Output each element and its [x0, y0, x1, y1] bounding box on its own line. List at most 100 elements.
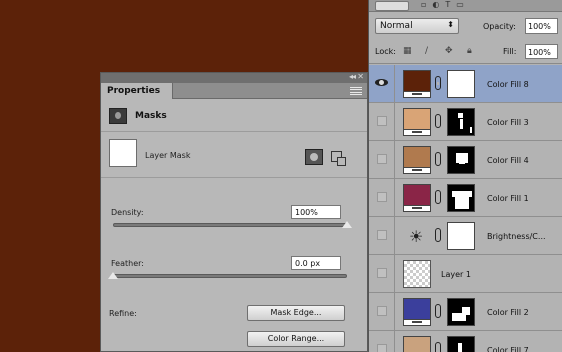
- layer-row[interactable]: Color Fill 7: [369, 331, 562, 352]
- visibility-toggle[interactable]: [369, 331, 395, 352]
- link-icon[interactable]: [435, 76, 441, 90]
- mask-shape: [455, 191, 469, 209]
- lock-label: Lock:: [375, 47, 396, 56]
- pixel-mask-icon[interactable]: [305, 149, 323, 165]
- mask-thumbnail[interactable]: [447, 222, 475, 250]
- visibility-box: [377, 306, 387, 316]
- layer-row[interactable]: Layer 1: [369, 255, 562, 293]
- fill-thumbnail: [403, 184, 431, 212]
- layer-row[interactable]: ☀ Brightness/C...: [369, 217, 562, 255]
- mask-shape: [470, 127, 472, 133]
- visibility-toggle[interactable]: [369, 217, 395, 254]
- layer-row[interactable]: Color Fill 4: [369, 141, 562, 179]
- chevron-updown-icon: ⬍: [447, 20, 454, 29]
- mask-shape: [460, 119, 463, 129]
- visibility-box: [377, 268, 387, 278]
- visibility-toggle[interactable]: [369, 103, 395, 140]
- masks-header: Masks: [109, 107, 167, 125]
- blend-mode-value: Normal: [380, 21, 413, 31]
- layer-mask-thumbnail: [109, 139, 137, 167]
- mask-thumbnail[interactable]: [447, 336, 475, 352]
- fill-swatch-icon: [404, 167, 430, 173]
- fill-thumbnail: [403, 108, 431, 136]
- fill-thumbnail: [403, 336, 431, 352]
- mask-shape: [458, 343, 462, 352]
- mask-shape: [452, 191, 456, 197]
- visibility-toggle[interactable]: [369, 179, 395, 216]
- mask-thumbnail[interactable]: [447, 184, 475, 212]
- close-icon[interactable]: ✕: [357, 72, 364, 81]
- layers-panel: ▫◐T▭ Normal ⬍ Opacity: 100% Lock: ▦ ∕ ✥ …: [368, 0, 562, 352]
- fill-thumbnail: [403, 146, 431, 174]
- opacity-label: Opacity:: [483, 22, 516, 31]
- mask-icon: [109, 108, 127, 124]
- lock-move-icon[interactable]: ✥: [445, 46, 453, 56]
- visibility-toggle[interactable]: [369, 255, 395, 292]
- link-icon[interactable]: [435, 190, 441, 204]
- density-slider-thumb[interactable]: [342, 221, 352, 228]
- link-icon[interactable]: [435, 304, 441, 318]
- feather-slider[interactable]: [113, 274, 347, 278]
- layer-thumbnail: [403, 260, 431, 288]
- mask-shape: [459, 156, 465, 164]
- tab-properties[interactable]: Properties: [101, 83, 173, 99]
- density-input[interactable]: 100%: [291, 205, 341, 219]
- divider: [101, 177, 367, 178]
- lock-transparent-icon[interactable]: ▦: [403, 46, 412, 56]
- link-icon[interactable]: [435, 152, 441, 166]
- visibility-toggle[interactable]: [369, 141, 395, 178]
- fill-label: Fill:: [503, 47, 517, 56]
- fill-thumbnail: [403, 70, 431, 98]
- density-slider[interactable]: [113, 223, 347, 227]
- visibility-box: [377, 344, 387, 352]
- mask-shape: [468, 191, 472, 197]
- layer-row[interactable]: Color Fill 2: [369, 293, 562, 331]
- panel-grip[interactable]: ◂◂ ✕: [101, 72, 367, 83]
- layer-name: Color Fill 4: [487, 156, 529, 165]
- link-icon[interactable]: [435, 228, 441, 242]
- lock-all-icon[interactable]: 🔒︎: [467, 46, 472, 56]
- link-icon[interactable]: [435, 114, 441, 128]
- eye-icon: [375, 79, 388, 86]
- opacity-input[interactable]: 100%: [525, 18, 558, 34]
- divider: [101, 131, 367, 132]
- brightness-icon: ☀: [409, 227, 424, 246]
- link-icon[interactable]: [435, 342, 441, 352]
- feather-input[interactable]: 0.0 px: [291, 256, 341, 270]
- visibility-box: [377, 154, 387, 164]
- filter-kind-select[interactable]: [375, 1, 409, 11]
- filter-icons[interactable]: ▫◐T▭: [421, 0, 470, 9]
- density-label: Density:: [111, 208, 144, 217]
- blend-mode-select[interactable]: Normal ⬍: [375, 18, 459, 34]
- mask-thumbnail[interactable]: [447, 108, 475, 136]
- vector-mask-icon[interactable]: [329, 149, 347, 166]
- layer-name: Color Fill 7: [487, 346, 529, 352]
- collapse-icon[interactable]: ◂◂: [349, 72, 356, 81]
- layer-name: Color Fill 2: [487, 308, 529, 317]
- visibility-toggle[interactable]: [369, 293, 395, 330]
- color-range-button[interactable]: Color Range...: [247, 331, 345, 347]
- feather-slider-thumb[interactable]: [108, 272, 118, 279]
- layer-name: Layer 1: [441, 270, 471, 279]
- mask-thumbnail[interactable]: [447, 146, 475, 174]
- visibility-box: [377, 230, 387, 240]
- mask-shape: [458, 113, 463, 118]
- mask-thumbnail[interactable]: [447, 70, 475, 98]
- lock-row: Lock: ▦ ∕ ✥ 🔒︎ Fill: 100%: [369, 38, 562, 64]
- layer-filter-bar: ▫◐T▭: [369, 0, 562, 12]
- lock-paint-icon[interactable]: ∕: [425, 46, 428, 56]
- visibility-box: [377, 116, 387, 126]
- mask-thumbnail[interactable]: [447, 298, 475, 326]
- mask-edge-button[interactable]: Mask Edge...: [247, 305, 345, 321]
- layer-row[interactable]: Color Fill 8: [369, 65, 562, 103]
- layer-row[interactable]: Color Fill 1: [369, 179, 562, 217]
- fill-swatch-icon: [404, 91, 430, 97]
- visibility-toggle[interactable]: [369, 65, 395, 102]
- fill-input[interactable]: 100%: [525, 44, 558, 59]
- feather-label: Feather:: [111, 259, 144, 268]
- layer-name: Color Fill 1: [487, 194, 529, 203]
- panel-menu-icon[interactable]: [350, 87, 362, 95]
- visibility-box: [377, 192, 387, 202]
- layer-row[interactable]: Color Fill 3: [369, 103, 562, 141]
- fill-swatch-icon: [404, 129, 430, 135]
